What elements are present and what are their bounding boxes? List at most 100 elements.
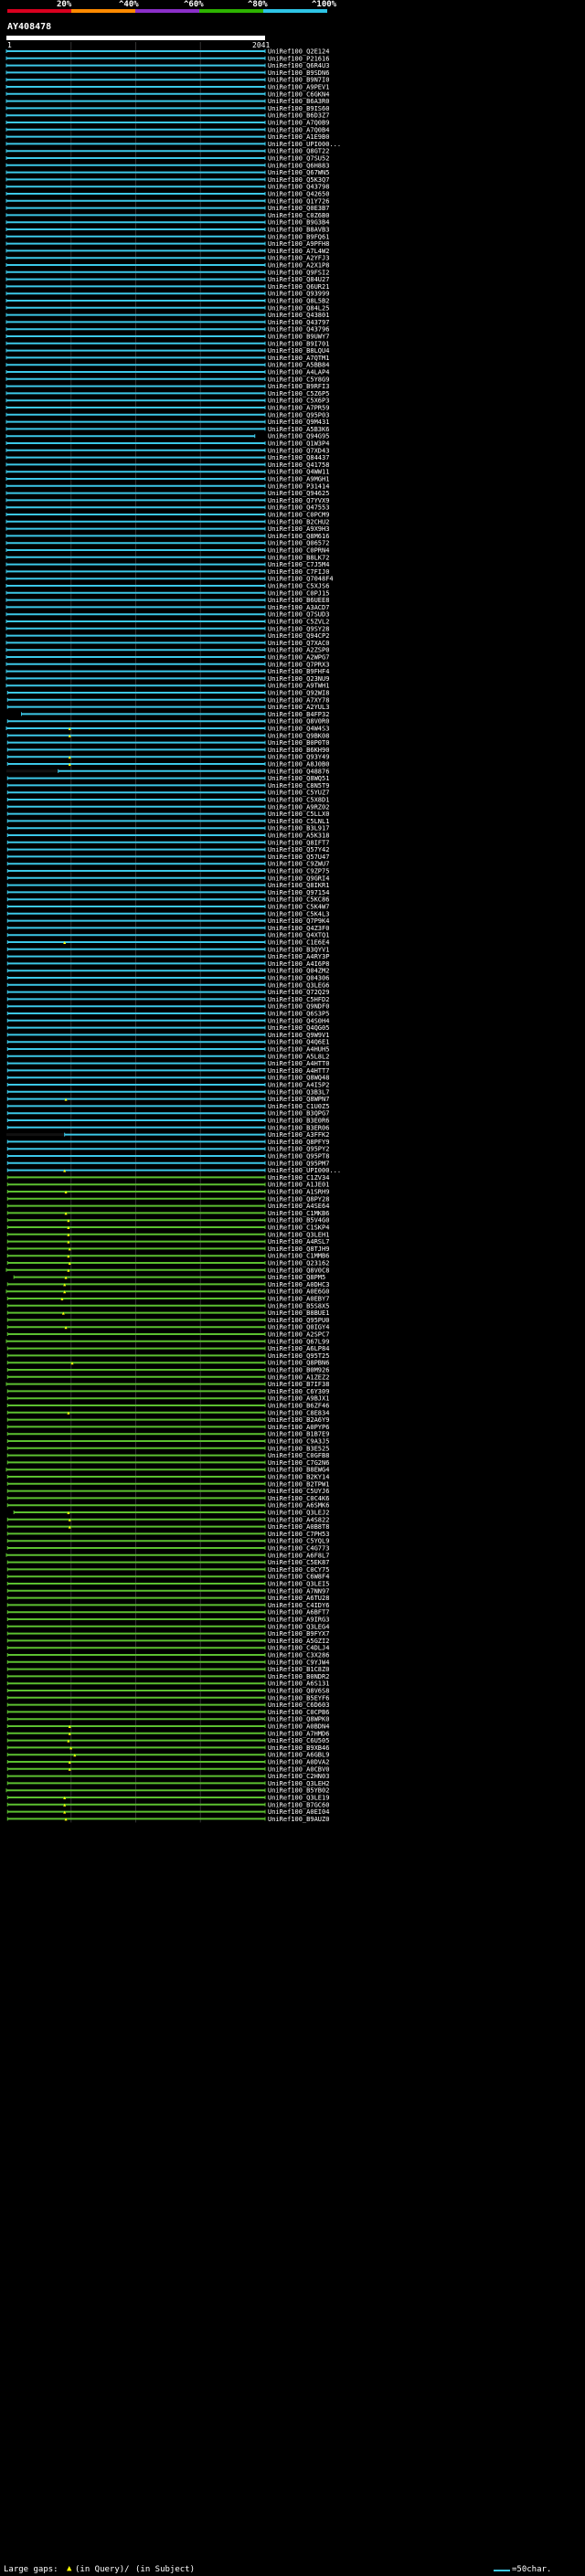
- hit-label[interactable]: UniRef100_A1SRH9: [268, 1189, 329, 1196]
- hit-row[interactable]: UniRef100_A1E9B0: [5, 133, 329, 141]
- hit-row[interactable]: UniRef100_Q42650: [5, 191, 329, 198]
- hit-row[interactable]: UniRef100_B6ZF46: [6, 1403, 329, 1410]
- hit-row[interactable]: UniRef100_Q8PFY9: [6, 1139, 329, 1146]
- hit-row[interactable]: UniRef100_B0M926: [6, 1367, 329, 1374]
- hit-label[interactable]: UniRef100_Q93Y49: [268, 754, 329, 761]
- hit-label[interactable]: UniRef100_Q41758: [268, 461, 329, 469]
- hit-row[interactable]: UniRef100_Q4W4S3: [5, 726, 329, 733]
- hit-row[interactable]: UniRef100_C1MMB6: [6, 1253, 329, 1260]
- hit-row[interactable]: UniRef100_A9PEV1: [5, 84, 329, 91]
- hit-label[interactable]: UniRef100_C1U0Z5: [268, 1103, 329, 1110]
- hit-row[interactable]: UniRef100_Q3LEH1: [6, 1231, 329, 1238]
- hit-row[interactable]: UniRef100_C1ZV34: [6, 1174, 329, 1182]
- hit-label[interactable]: UniRef100_A8J0B0: [268, 761, 329, 769]
- hit-row[interactable]: UniRef100_C8N5T9: [6, 782, 329, 790]
- hit-row[interactable]: UniRef100_Q04ZM2: [6, 968, 329, 975]
- hit-label[interactable]: UniRef100_Q3LEJ2: [268, 1510, 329, 1517]
- hit-label[interactable]: UniRef100_Q84U27: [268, 276, 329, 283]
- hit-label[interactable]: UniRef100_A5L8L2: [268, 1053, 329, 1060]
- hit-row[interactable]: UniRef100_C8E834: [6, 1409, 329, 1416]
- hit-row[interactable]: UniRef100_C5LNL1: [6, 818, 329, 825]
- hit-label[interactable]: UniRef100_Q3LEH1: [268, 1231, 329, 1238]
- hit-label[interactable]: UniRef100_Q67L99: [268, 1338, 329, 1345]
- hit-row[interactable]: UniRef100_Q93Y49: [6, 754, 329, 761]
- hit-label[interactable]: UniRef100_B4FP32: [268, 711, 329, 718]
- hit-row[interactable]: UniRef100_Q95PM7: [6, 1160, 329, 1167]
- hit-label[interactable]: UniRef100_Q06572: [268, 540, 329, 547]
- hit-label[interactable]: UniRef100_C5EK87: [268, 1559, 329, 1566]
- hit-label[interactable]: UniRef100_Q9SY28: [268, 625, 329, 632]
- hit-label[interactable]: UniRef100_Q8IFT7: [268, 839, 329, 846]
- hit-label[interactable]: UniRef100_B9FHF4: [268, 668, 329, 675]
- hit-row[interactable]: UniRef100_Q23NU9: [5, 675, 329, 683]
- hit-row[interactable]: UniRef100_A0CBV0: [6, 1765, 329, 1773]
- hit-row[interactable]: UniRef100_Q8V0R0: [6, 718, 329, 726]
- hit-label[interactable]: UniRef100_B8LQU4: [268, 347, 329, 355]
- hit-row[interactable]: UniRef100_A1SRH9: [6, 1189, 329, 1196]
- hit-label[interactable]: UniRef100_A0DHC3: [268, 1281, 329, 1288]
- hit-label[interactable]: UniRef100_C5YUZ7: [268, 790, 329, 797]
- hit-row[interactable]: UniRef100_Q8GT22: [5, 148, 329, 155]
- hit-row[interactable]: UniRef100_A2YUL3: [6, 704, 329, 711]
- hit-row[interactable]: UniRef100_B2CHU2: [5, 518, 329, 525]
- hit-row[interactable]: UniRef100_UPI000...: [6, 1167, 341, 1174]
- hit-row[interactable]: UniRef100_C5EK87: [6, 1559, 329, 1566]
- hit-label[interactable]: UniRef100_A5B3K6: [268, 426, 329, 433]
- hit-row[interactable]: UniRef100_Q4QG05: [6, 1024, 329, 1032]
- hit-row[interactable]: UniRef100_C0C4K6: [6, 1495, 329, 1502]
- hit-row[interactable]: UniRef100_A5B3K6: [5, 426, 329, 433]
- hit-row[interactable]: UniRef100_Q3LEJ2: [13, 1510, 329, 1517]
- hit-label[interactable]: UniRef100_Q7SU52: [268, 155, 329, 163]
- hit-row[interactable]: UniRef100_B2KY14: [6, 1474, 329, 1481]
- hit-row[interactable]: UniRef100_C5K4W7: [6, 904, 329, 911]
- hit-row[interactable]: UniRef100_A0PYP6: [6, 1424, 329, 1431]
- hit-row[interactable]: UniRef100_C0PJ15: [5, 589, 329, 597]
- hit-label[interactable]: UniRef100_A9X9H3: [268, 525, 329, 533]
- hit-label[interactable]: UniRef100_C6U505: [268, 1737, 329, 1744]
- hit-label[interactable]: UniRef100_Q3LEG4: [268, 1623, 329, 1630]
- hit-row[interactable]: UniRef100_C1SKP4: [6, 1224, 329, 1232]
- hit-label[interactable]: UniRef100_A9RZ02: [268, 803, 329, 811]
- hit-label[interactable]: UniRef100_A2YFJ3: [268, 255, 329, 262]
- hit-row[interactable]: UniRef100_Q3LEG6: [6, 981, 329, 989]
- hit-label[interactable]: UniRef100_Q4XTQ1: [268, 932, 329, 939]
- hit-row[interactable]: UniRef100_C5HFD2: [6, 996, 329, 1003]
- hit-row[interactable]: UniRef100_Q2E124: [5, 48, 329, 56]
- hit-label[interactable]: UniRef100_Q84L25: [268, 304, 329, 312]
- hit-label[interactable]: UniRef100_B9G3B4: [268, 219, 329, 227]
- hit-row[interactable]: UniRef100_C9ZWU7: [6, 861, 329, 868]
- hit-row[interactable]: UniRef100_C0PRN4: [5, 547, 329, 555]
- hit-label[interactable]: UniRef100_C4DLJ4: [268, 1645, 329, 1652]
- hit-label[interactable]: UniRef100_C4G773: [268, 1545, 329, 1553]
- hit-row[interactable]: UniRef100_B7GC60: [6, 1801, 329, 1808]
- hit-row[interactable]: UniRef100_C6Y309: [6, 1388, 329, 1395]
- hit-label[interactable]: UniRef100_Q8V0C8: [268, 1267, 329, 1274]
- hit-label[interactable]: UniRef100_A1E9B0: [268, 133, 329, 141]
- hit-row[interactable]: UniRef100_A6F8L7: [5, 1552, 329, 1559]
- hit-row[interactable]: UniRef100_C5X6P3: [5, 398, 329, 405]
- hit-label[interactable]: UniRef100_A4RY3P: [268, 953, 329, 960]
- hit-row[interactable]: UniRef100_Q4XTQ1: [6, 932, 329, 939]
- hit-label[interactable]: UniRef100_B0NDR2: [268, 1673, 329, 1680]
- hit-label[interactable]: UniRef100_C5Y8G9: [268, 376, 329, 383]
- hit-label[interactable]: UniRef100_B6D3Z7: [268, 112, 329, 120]
- hit-row[interactable]: UniRef100_A4SE64: [6, 1203, 329, 1210]
- hit-label[interactable]: UniRef100_A4LAP4: [268, 369, 329, 376]
- hit-label[interactable]: UniRef100_B9N7I0: [268, 77, 329, 84]
- hit-row[interactable]: UniRef100_A4RSL7: [6, 1238, 329, 1246]
- hit-row[interactable]: UniRef100_Q7048F4: [5, 576, 334, 583]
- hit-row[interactable]: UniRef100_Q8PY28: [6, 1195, 329, 1203]
- hit-label[interactable]: UniRef100_A6F8L7: [268, 1552, 329, 1559]
- hit-row[interactable]: UniRef100_Q8PBN6: [6, 1360, 329, 1367]
- hit-label[interactable]: UniRef100_C7J5M4: [268, 561, 329, 568]
- hit-label[interactable]: UniRef100_Q5K3Q7: [268, 176, 329, 184]
- hit-label[interactable]: UniRef100_B6UEE8: [268, 597, 329, 604]
- hit-row[interactable]: UniRef100_Q92WI8: [6, 690, 329, 697]
- hit-label[interactable]: UniRef100_B0M926: [268, 1367, 329, 1374]
- hit-label[interactable]: UniRef100_B1B7E9: [268, 1431, 329, 1438]
- hit-label[interactable]: UniRef100_Q43796: [268, 326, 329, 334]
- hit-label[interactable]: UniRef100_Q43801: [268, 312, 329, 319]
- hit-row[interactable]: UniRef100_C1MKB6: [6, 1210, 329, 1217]
- hit-label[interactable]: UniRef100_Q7YVX9: [268, 497, 329, 504]
- hit-row[interactable]: UniRef100_B1C8Z0: [6, 1666, 329, 1673]
